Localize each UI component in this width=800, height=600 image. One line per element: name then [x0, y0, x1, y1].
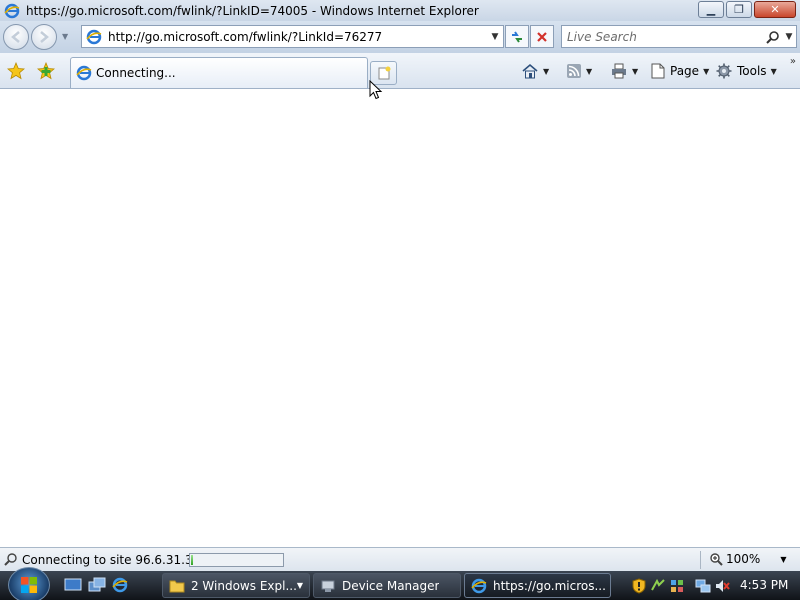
taskbar-item-label: https://go.micros... — [493, 578, 606, 593]
print-button[interactable]: ▼ — [610, 63, 638, 79]
refresh-button[interactable] — [505, 25, 529, 48]
security-shield-icon[interactable] — [631, 577, 647, 594]
tab-connecting[interactable]: Connecting... — [70, 57, 368, 88]
search-icon[interactable] — [764, 30, 782, 44]
feeds-dropdown[interactable]: ▼ — [586, 67, 592, 76]
tools-menu-label: Tools — [737, 64, 767, 78]
network-icon[interactable] — [695, 578, 711, 594]
tools-menu-button[interactable]: Tools ▼ — [716, 63, 777, 79]
address-bar[interactable]: http://go.microsoft.com/fwlink/?LinkId=7… — [81, 25, 504, 48]
minimize-button[interactable]: ▁ — [698, 1, 724, 18]
status-text: Connecting to site 96.6.31.32 — [22, 553, 201, 567]
navigation-bar: ▼ http://go.microsoft.com/fwlink/?LinkId… — [0, 21, 800, 53]
ie-tab-icon — [76, 65, 92, 81]
page-menu-label: Page — [670, 64, 700, 78]
stop-icon — [537, 31, 547, 42]
page-content[interactable] — [0, 90, 800, 547]
command-bar: Connecting... ▼ ▼ ▼ Page ▼ Tools ▼ » — [0, 53, 800, 89]
search-box[interactable]: Live Search ▼ — [561, 25, 797, 48]
zoom-control[interactable]: 100% ▼ — [709, 552, 786, 566]
status-bar: Connecting to site 96.6.31.32 100% ▼ — [0, 547, 800, 571]
tools-menu-dropdown[interactable]: ▼ — [771, 67, 777, 76]
stop-button[interactable] — [530, 25, 554, 48]
zoom-dropdown[interactable]: ▼ — [780, 555, 786, 564]
sidebar-icon[interactable] — [669, 578, 685, 594]
mouse-cursor-icon — [369, 80, 383, 100]
close-button[interactable]: ✕ — [754, 1, 796, 18]
print-icon — [612, 63, 626, 79]
home-dropdown[interactable]: ▼ — [543, 67, 549, 76]
address-dropdown[interactable]: ▼ — [487, 32, 503, 42]
loading-search-icon — [4, 553, 17, 566]
add-to-favorites-icon[interactable] — [37, 62, 55, 80]
search-input[interactable]: Live Search — [567, 30, 764, 44]
window-title: https://go.microsoft.com/fwlink/?LinkID=… — [26, 3, 479, 18]
page-menu-dropdown[interactable]: ▼ — [703, 67, 709, 76]
feeds-icon — [567, 64, 581, 78]
page-icon — [86, 29, 102, 44]
ie-quicklaunch-icon[interactable] — [111, 577, 129, 593]
forward-button[interactable] — [31, 24, 57, 50]
gear-icon — [716, 63, 732, 79]
ie-icon — [4, 3, 20, 18]
window-controls: ▁ ❐ ✕ — [698, 1, 796, 18]
refresh-icon — [512, 30, 522, 43]
page-icon — [651, 63, 665, 79]
clock[interactable]: 4:53 PM — [740, 578, 788, 592]
ie-icon — [471, 578, 487, 593]
show-desktop-icon[interactable] — [64, 577, 82, 593]
taskbar-item-label: 2 Windows Expl... — [190, 578, 297, 593]
taskbar-item-ie[interactable]: https://go.micros... — [464, 573, 611, 598]
address-url[interactable]: http://go.microsoft.com/fwlink/?LinkId=7… — [108, 30, 487, 44]
chevron-more-icon[interactable]: » — [790, 56, 796, 67]
zoom-icon — [710, 553, 723, 566]
taskbar: 2 Windows Expl... ▼ Device Manager https… — [0, 567, 800, 600]
volume-muted-icon[interactable] — [714, 578, 730, 594]
home-button[interactable]: ▼ — [521, 63, 549, 79]
progress-fill — [191, 555, 193, 565]
zoom-level: 100% — [726, 552, 761, 566]
forward-arrow-icon — [40, 31, 49, 43]
progress-bar — [189, 553, 284, 567]
back-button[interactable] — [3, 24, 29, 50]
folder-icon — [169, 580, 185, 592]
recent-pages-dropdown[interactable]: ▼ — [62, 32, 68, 41]
device-manager-icon — [321, 580, 335, 592]
page-menu-button[interactable]: Page ▼ — [651, 63, 709, 79]
taskbar-item-windows-explorer[interactable]: 2 Windows Expl... ▼ — [162, 573, 310, 598]
back-arrow-icon — [11, 31, 20, 43]
favorites-center-star-icon[interactable] — [7, 62, 25, 80]
windows-logo-icon — [21, 577, 37, 593]
windows-defender-icon[interactable] — [650, 578, 666, 594]
print-dropdown[interactable]: ▼ — [632, 67, 638, 76]
taskbar-group-dropdown[interactable]: ▼ — [297, 581, 303, 590]
new-tab-icon — [378, 66, 390, 80]
taskbar-item-label: Device Manager — [342, 578, 440, 593]
start-button[interactable] — [8, 567, 50, 600]
switch-windows-icon[interactable] — [88, 577, 106, 593]
status-divider — [700, 551, 701, 569]
restore-button[interactable]: ❐ — [726, 1, 752, 18]
tab-label: Connecting... — [96, 66, 176, 80]
taskbar-item-device-manager[interactable]: Device Manager — [313, 573, 461, 598]
home-icon — [522, 63, 538, 79]
title-bar: https://go.microsoft.com/fwlink/?LinkID=… — [0, 0, 800, 21]
search-options-dropdown[interactable]: ▼ — [782, 32, 796, 42]
feeds-button[interactable]: ▼ — [566, 63, 592, 79]
